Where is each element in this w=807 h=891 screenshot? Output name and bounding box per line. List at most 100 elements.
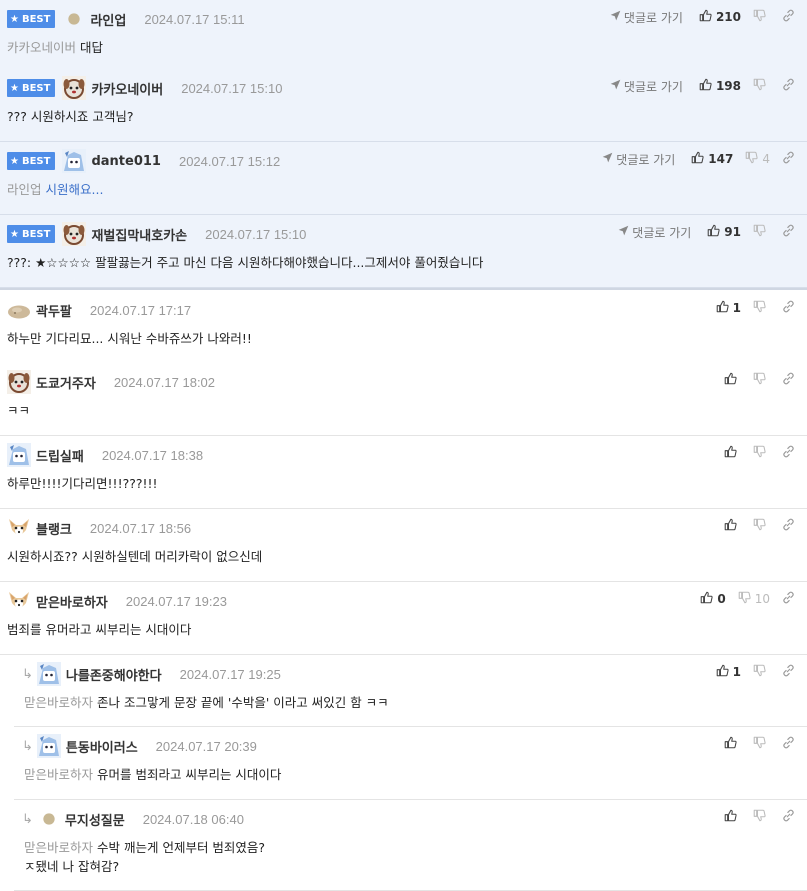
dislike-button[interactable] xyxy=(753,736,770,752)
blue-character-avatar[interactable] xyxy=(7,443,31,467)
author-nickname[interactable]: 무지성질문 xyxy=(65,810,125,829)
comment-date: 2024.07.17 17:17 xyxy=(89,302,192,318)
thumbs-up-icon xyxy=(724,809,741,825)
thumbs-up-icon xyxy=(724,736,741,752)
dislike-button[interactable] xyxy=(753,224,770,240)
like-button[interactable]: 147 xyxy=(691,151,733,167)
reply-arrow-icon: ↳ xyxy=(22,811,33,827)
thumbs-up-icon xyxy=(700,591,717,607)
share-link-button[interactable] xyxy=(782,9,799,25)
thumbs-down-icon xyxy=(753,300,770,316)
share-link-button[interactable] xyxy=(782,372,799,388)
blue-character-avatar[interactable] xyxy=(62,149,87,173)
comment-header: ★ BEST 라인업 2024.07.17 15:11 xyxy=(7,8,245,30)
beige-circle-avatar[interactable] xyxy=(66,11,82,27)
like-button[interactable]: 1 xyxy=(716,300,741,316)
go-to-comment-link[interactable]: 댓글로 가기 xyxy=(610,78,683,95)
chihuahua-avatar[interactable] xyxy=(7,516,31,540)
link-icon xyxy=(782,736,799,752)
share-link-button[interactable] xyxy=(782,300,799,316)
author-nickname[interactable]: dante011 xyxy=(91,154,161,169)
comment: 블랭크 2024.07.17 18:56 시원하시죠?? 시원하실텐데 머리카락이 … xyxy=(0,509,807,582)
dog-face-avatar[interactable] xyxy=(62,222,87,246)
comment-actions xyxy=(724,735,799,753)
comment: 맏은바로하자 2024.07.17 19:23 범죄를 유머라고 씨부리는 시대이다… xyxy=(0,582,807,655)
reply-target-nick[interactable]: 맏은바로하자 xyxy=(24,767,93,782)
share-link-button[interactable] xyxy=(782,78,799,94)
like-button[interactable]: 198 xyxy=(699,78,741,94)
comment-date: 2024.07.17 15:11 xyxy=(144,11,245,27)
best-comment: ★ BEST 카카오네이버 2024.07.17 15:10 ??? 시원하시죠 고객님… xyxy=(0,69,807,142)
author-nickname[interactable]: 나를존중해야한다 xyxy=(66,665,162,684)
comment-date: 2024.07.17 15:12 xyxy=(178,153,281,169)
reply-target-nick[interactable]: 맏은바로하자 xyxy=(24,840,93,855)
share-link-button[interactable] xyxy=(782,518,799,534)
link-icon xyxy=(782,300,799,316)
reply-comment: ↳ 무지성질문 2024.07.18 06:40 맏은바로하자 수박 깨는게 언제부터 … xyxy=(14,800,807,891)
dog-face-avatar[interactable] xyxy=(62,76,87,100)
dislike-button[interactable] xyxy=(753,300,770,316)
like-count: 1 xyxy=(732,301,741,315)
dislike-button[interactable] xyxy=(753,78,770,94)
reply-arrow-icon: ↳ xyxy=(22,738,33,754)
share-link-button[interactable] xyxy=(782,445,799,461)
dislike-button[interactable] xyxy=(753,372,770,388)
go-to-comment-link[interactable]: 댓글로 가기 xyxy=(610,9,683,26)
chihuahua-avatar[interactable] xyxy=(7,589,31,613)
go-to-comment-link[interactable]: 댓글로 가기 xyxy=(602,151,675,168)
go-to-comment-link[interactable]: 댓글로 가기 xyxy=(618,224,691,241)
share-link-button[interactable] xyxy=(782,591,799,607)
share-link-button[interactable] xyxy=(782,224,799,240)
like-button[interactable]: 0 xyxy=(700,591,726,607)
author-nickname[interactable]: 곽두팔 xyxy=(36,301,72,320)
best-badge: ★ BEST xyxy=(7,152,56,170)
dislike-button[interactable] xyxy=(753,518,770,534)
rock-avatar[interactable] xyxy=(7,298,31,322)
beige-circle-avatar[interactable] xyxy=(41,811,57,827)
reply-arrow-icon: ↳ xyxy=(22,666,33,682)
dislike-button[interactable] xyxy=(753,664,770,680)
dog-face-avatar[interactable] xyxy=(7,370,31,394)
share-link-button[interactable] xyxy=(782,736,799,752)
like-count: 91 xyxy=(724,225,741,239)
link-icon xyxy=(782,591,799,607)
comment-text: 존나 조그맣게 문장 끝에 '수박을' 이라고 써있긴 함 ㅋㅋ xyxy=(97,695,389,710)
like-button[interactable]: 1 xyxy=(716,664,741,680)
blue-character-avatar[interactable] xyxy=(36,734,61,758)
like-button[interactable] xyxy=(724,809,741,825)
comment: 드립실패 2024.07.17 18:38 하루만!!!!기다리면!!!???!!! xyxy=(0,436,807,509)
author-nickname[interactable]: 맏은바로하자 xyxy=(36,592,108,611)
author-nickname[interactable]: 라인업 xyxy=(90,10,126,29)
star-icon: ★ xyxy=(10,82,19,94)
thumbs-down-icon xyxy=(753,518,770,534)
dislike-button[interactable] xyxy=(753,9,770,25)
like-button[interactable] xyxy=(724,372,741,388)
comment-header: 도쿄거주자 2024.07.17 18:02 xyxy=(7,370,215,394)
comment-date: 2024.07.18 06:40 xyxy=(142,811,244,827)
dislike-button[interactable]: 4 xyxy=(745,151,770,167)
like-button[interactable] xyxy=(724,518,741,534)
like-button[interactable]: 210 xyxy=(699,9,741,25)
like-button[interactable] xyxy=(724,445,741,461)
share-link-button[interactable] xyxy=(782,809,799,825)
author-nickname[interactable]: 드립실패 xyxy=(36,446,84,465)
reply-target-nick[interactable]: 카카오네이버 xyxy=(7,40,76,55)
dislike-button[interactable]: 10 xyxy=(738,591,770,607)
share-link-button[interactable] xyxy=(782,151,799,167)
dislike-count: 4 xyxy=(762,152,770,166)
comment-actions xyxy=(724,808,799,826)
like-button[interactable]: 91 xyxy=(707,224,741,240)
author-nickname[interactable]: 카카오네이버 xyxy=(91,79,163,98)
author-nickname[interactable]: 블랭크 xyxy=(36,519,72,538)
dislike-button[interactable] xyxy=(753,809,770,825)
share-link-button[interactable] xyxy=(782,664,799,680)
reply-target-nick[interactable]: 맏은바로하자 xyxy=(24,695,93,710)
author-nickname[interactable]: 도쿄거주자 xyxy=(36,373,96,392)
reply-target-nick[interactable]: 라인업 xyxy=(7,182,42,197)
blue-character-avatar[interactable] xyxy=(36,662,61,686)
comment-text: ??? 시원하시죠 고객님? xyxy=(7,109,134,124)
author-nickname[interactable]: 재벌집막내호카손 xyxy=(91,225,187,244)
like-button[interactable] xyxy=(724,736,741,752)
dislike-button[interactable] xyxy=(753,445,770,461)
author-nickname[interactable]: 튼동바이러스 xyxy=(66,737,138,756)
